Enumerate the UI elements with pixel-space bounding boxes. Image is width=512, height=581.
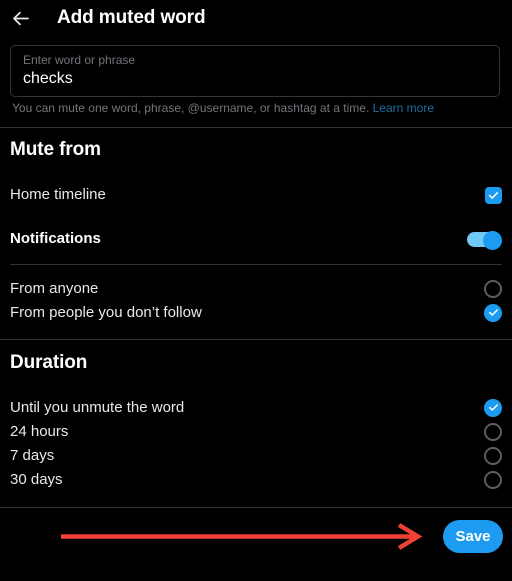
duration-24-hours-label: 24 hours <box>10 422 69 440</box>
add-muted-word-screen: Add muted word Enter word or phrase You … <box>0 0 512 581</box>
section-title-duration: Duration <box>10 352 88 373</box>
notifications-label: Notifications <box>10 230 101 247</box>
duration-24-hours-control[interactable] <box>484 422 502 441</box>
row-notifications[interactable]: Notifications <box>0 228 512 250</box>
back-button[interactable] <box>2 0 38 36</box>
muted-word-label: Enter word or phrase <box>23 53 136 67</box>
header: Add muted word <box>0 0 512 36</box>
toggle-knob <box>483 231 502 250</box>
home-timeline-checkbox[interactable] <box>485 186 502 204</box>
home-timeline-label: Home timeline <box>10 186 106 203</box>
from-people-you-dont-follow-control[interactable] <box>484 303 502 322</box>
row-home-timeline[interactable]: Home timeline <box>0 184 512 206</box>
home-timeline-control[interactable] <box>485 186 502 204</box>
divider-duration <box>0 339 512 340</box>
muted-word-field-wrap: Enter word or phrase You can mute one wo… <box>10 45 500 116</box>
duration-24-hours-radio[interactable] <box>484 422 502 441</box>
page-title: Add muted word <box>57 7 206 28</box>
check-icon <box>488 307 499 318</box>
notifications-control[interactable] <box>467 231 502 250</box>
from-people-you-dont-follow-radio[interactable] <box>484 303 502 322</box>
check-icon <box>488 190 499 201</box>
footer: Save <box>0 508 512 581</box>
row-duration-7-days[interactable]: 7 days <box>0 445 512 466</box>
muted-word-input[interactable] <box>23 68 487 90</box>
duration-7-days-radio[interactable] <box>484 446 502 465</box>
duration-until-unmute-label: Until you unmute the word <box>10 398 185 416</box>
annotation-arrow-icon <box>61 523 423 550</box>
check-icon <box>488 402 499 413</box>
row-duration-30-days[interactable]: 30 days <box>0 469 512 490</box>
muted-word-field[interactable]: Enter word or phrase <box>10 45 500 97</box>
duration-until-unmute-control[interactable] <box>484 398 502 417</box>
save-button[interactable]: Save <box>443 520 503 553</box>
divider-audience <box>10 264 502 265</box>
row-from-people-you-dont-follow[interactable]: From people you don’t follow <box>0 302 512 323</box>
duration-7-days-control[interactable] <box>484 446 502 465</box>
duration-7-days-label: 7 days <box>10 446 55 464</box>
learn-more-link[interactable]: Learn more <box>373 101 434 115</box>
row-from-anyone[interactable]: From anyone <box>0 278 512 299</box>
duration-until-unmute-radio[interactable] <box>484 398 502 417</box>
divider-mute-from <box>0 127 512 128</box>
from-people-you-dont-follow-label: From people you don’t follow <box>10 303 202 321</box>
duration-30-days-radio[interactable] <box>484 470 502 489</box>
from-anyone-control[interactable] <box>484 279 502 298</box>
row-duration-until-unmute[interactable]: Until you unmute the word <box>0 397 512 418</box>
from-anyone-radio[interactable] <box>484 279 502 298</box>
row-duration-24-hours[interactable]: 24 hours <box>0 421 512 442</box>
notifications-toggle[interactable] <box>467 231 502 250</box>
arrow-left-icon <box>11 9 30 28</box>
muted-word-help: You can mute one word, phrase, @username… <box>10 101 500 116</box>
duration-30-days-control[interactable] <box>484 470 502 489</box>
section-title-mute-from: Mute from <box>10 139 101 160</box>
muted-word-help-text: You can mute one word, phrase, @username… <box>12 101 370 115</box>
from-anyone-label: From anyone <box>10 279 99 297</box>
duration-30-days-label: 30 days <box>10 470 63 488</box>
